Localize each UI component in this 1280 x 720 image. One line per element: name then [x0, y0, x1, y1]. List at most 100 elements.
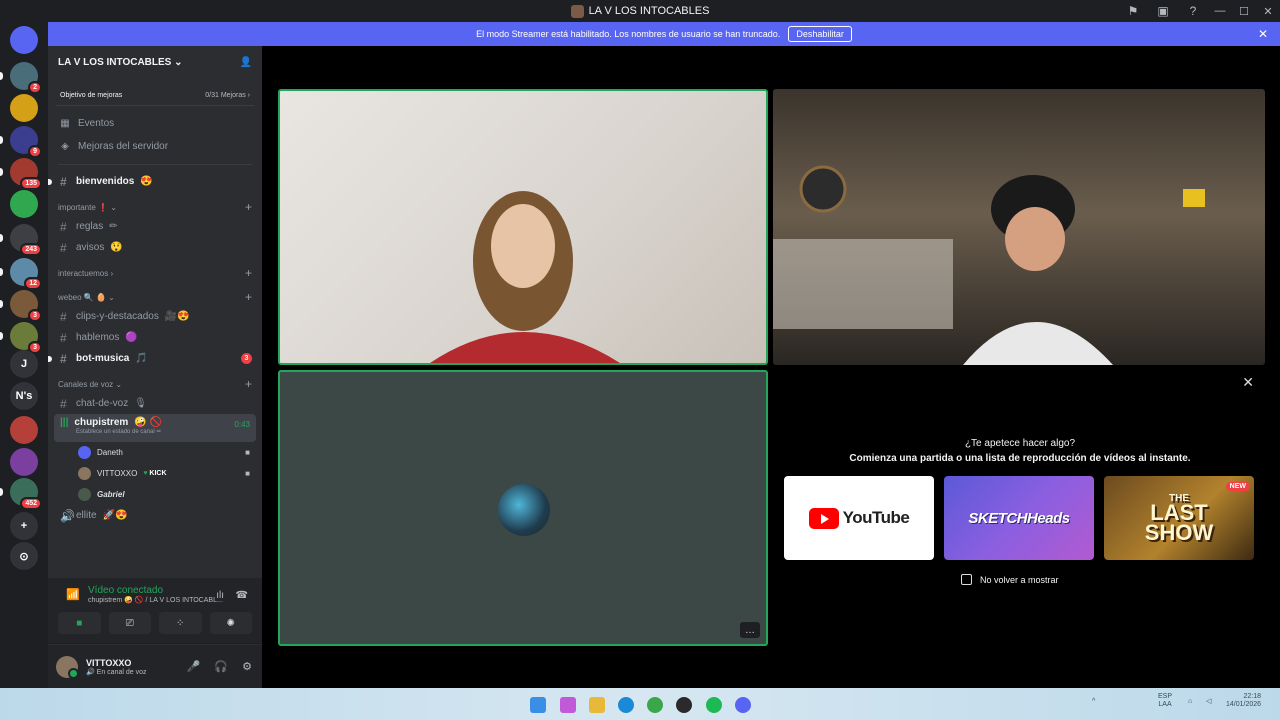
server-icon-5[interactable] — [10, 190, 38, 218]
server-icon-4[interactable]: 135 — [0, 158, 42, 190]
server-label: J — [20, 358, 28, 370]
network-icon[interactable]: ⌂ — [1188, 698, 1192, 706]
server-icon-3[interactable]: 9 — [0, 126, 42, 158]
server-icon-7[interactable]: 12 — [0, 258, 42, 290]
video-tile-avatar[interactable]: … — [278, 370, 768, 646]
voice-user[interactable]: Daneth ■ — [48, 442, 262, 463]
discord-icon[interactable] — [735, 697, 751, 713]
chrome-icon[interactable] — [647, 697, 663, 713]
voice-channel-active[interactable]: ||| chupistrem 🤪 🚫 0:43 Establece un esta… — [54, 414, 256, 442]
close-icon[interactable]: ✕ — [1258, 27, 1268, 41]
speaker-icon: 🔊 — [60, 508, 75, 523]
voice-user[interactable]: VITTOXXO ♥ KICK ■ — [48, 463, 262, 484]
category-webeo[interactable]: webeo 🔍 🥚 ⌄ + — [54, 288, 256, 306]
server-icon-0[interactable] — [10, 26, 38, 54]
server-icon-14[interactable]: 452 — [0, 478, 42, 510]
headphones-icon[interactable]: 🎧 — [214, 660, 228, 673]
notification-badge: 3 — [28, 309, 42, 322]
server-icon-16[interactable]: ⊙ — [10, 542, 38, 570]
add-channel-icon[interactable]: + — [245, 377, 252, 391]
add-member-icon[interactable]: 👤 — [240, 57, 252, 68]
checkbox[interactable] — [961, 574, 972, 585]
channel-reglas[interactable]: # reglas ✏ — [54, 216, 256, 237]
soundboard-button[interactable]: ✺ — [209, 612, 252, 634]
video-tile[interactable] — [278, 89, 768, 365]
user-name: VITTOXXO — [86, 657, 132, 668]
spotify-icon[interactable] — [706, 697, 722, 713]
avatar[interactable] — [56, 655, 79, 679]
windows-start-icon[interactable] — [530, 697, 546, 713]
screen-icon[interactable]: ▣ — [1148, 0, 1178, 22]
voice-user[interactable]: Gabriel — [48, 484, 262, 505]
tray-chevron-icon[interactable]: ^ — [1092, 698, 1095, 706]
edge-icon[interactable] — [618, 697, 634, 713]
activity-card-last-show[interactable]: NEW THE LAST SHOW — [1104, 476, 1254, 560]
server-icon-11[interactable]: N's — [10, 382, 38, 410]
channel-label: chupistrem — [74, 417, 129, 428]
share-screen-button[interactable]: ⎚ — [108, 612, 151, 634]
server-icon-13[interactable] — [10, 448, 38, 476]
signal-icon[interactable]: 📶 — [66, 588, 80, 601]
calendar-icon: ▦ — [60, 118, 70, 129]
channel-clips[interactable]: # clips-y-destacados 🎥😍 — [54, 306, 256, 327]
server-icon-1[interactable]: 2 — [0, 62, 42, 94]
obs-icon[interactable] — [676, 697, 692, 713]
microphone-icon[interactable]: 🎤 — [187, 660, 201, 673]
category-interactuemos[interactable]: interactuemos › + — [54, 264, 256, 282]
activities-button[interactable]: ⁘ — [159, 612, 202, 634]
volume-icon[interactable]: ◁ — [1206, 698, 1211, 706]
server-header[interactable]: LA V LOS INTOCABLES ⌄ 👤 — [48, 46, 262, 78]
noise-suppression-icon[interactable]: ılı — [216, 590, 224, 601]
more-options-button[interactable]: … — [740, 622, 760, 638]
boost-goal[interactable]: Objetivo de mejoras 0/31 Mejoras › — [56, 86, 254, 106]
server-label: + — [20, 520, 28, 532]
language-indicator[interactable]: ESP LAA — [1158, 693, 1172, 710]
server-icon-2[interactable] — [10, 94, 38, 122]
help-icon[interactable]: ? — [1178, 0, 1208, 22]
maximize-button[interactable]: ☐ — [1232, 0, 1256, 22]
server-icon-9[interactable]: 3 — [0, 322, 42, 354]
avatar — [498, 484, 550, 536]
add-channel-icon[interactable]: + — [245, 290, 252, 304]
windows-taskbar: ^ ESP LAA ⌂ ◁ 22:18 14/01/2026 — [0, 688, 1280, 720]
notification-badge: 243 — [20, 243, 42, 256]
emoji-icon: 😲 — [110, 242, 123, 253]
close-window-button[interactable]: ✕ — [1256, 0, 1280, 22]
camera-button[interactable]: ■ — [58, 612, 101, 634]
clock[interactable]: 22:18 14/01/2026 — [1226, 693, 1261, 710]
channel-ellite[interactable]: 🔊 ellite 🚀😍 — [54, 505, 256, 526]
disconnect-icon[interactable]: ☎ — [236, 590, 248, 601]
settings-gear-icon[interactable]: ⚙ — [242, 660, 252, 673]
divider — [58, 164, 252, 165]
sidebar-item-events[interactable]: ▦ Eventos — [48, 112, 262, 135]
add-channel-icon[interactable]: + — [245, 200, 252, 214]
inbox-icon[interactable]: ⚑ — [1118, 0, 1148, 22]
server-icon-15[interactable]: + — [10, 512, 38, 540]
channel-chat-de-voz[interactable]: # chat-de-voz 🎙 — [54, 393, 256, 414]
set-channel-status[interactable]: Establece un estado de canal ✏ — [60, 428, 250, 435]
video-tile[interactable] — [773, 89, 1265, 365]
server-icon-8[interactable]: 3 — [0, 290, 42, 322]
copilot-icon[interactable] — [560, 697, 576, 713]
disable-streamer-button[interactable]: Deshabilitar — [788, 26, 852, 42]
file-explorer-icon[interactable] — [589, 697, 605, 713]
channel-bot-musica[interactable]: # bot-musica 🎵 3 — [48, 348, 256, 369]
channel-bienvenidos[interactable]: # bienvenidos 😍 — [48, 171, 256, 192]
close-icon[interactable]: ✕ — [1242, 374, 1254, 391]
activity-card-youtube[interactable]: YouTube — [784, 476, 934, 560]
category-label: webeo — [58, 292, 82, 302]
sidebar-item-label: Mejoras del servidor — [78, 141, 169, 152]
add-channel-icon[interactable]: + — [245, 266, 252, 280]
dont-show-again[interactable]: No volver a mostrar — [961, 574, 1059, 585]
server-icon-12[interactable] — [10, 416, 38, 444]
sidebar-item-boosts[interactable]: ◈ Mejoras del servidor — [48, 135, 262, 158]
activity-card-sketchheads[interactable]: SKETCHHeads — [944, 476, 1094, 560]
minimize-button[interactable]: — — [1208, 0, 1232, 22]
server-icon-6[interactable]: 243 — [0, 224, 42, 256]
category-voice[interactable]: Canales de voz ⌄ + — [54, 375, 256, 393]
server-icon-10[interactable]: J — [10, 350, 38, 378]
unread-indicator — [0, 300, 3, 308]
channel-avisos[interactable]: # avisos 😲 — [54, 237, 256, 258]
category-importante[interactable]: importante ❗ ⌄ + — [54, 198, 256, 216]
channel-hablemos[interactable]: # hablemos 🟣 — [54, 327, 256, 348]
